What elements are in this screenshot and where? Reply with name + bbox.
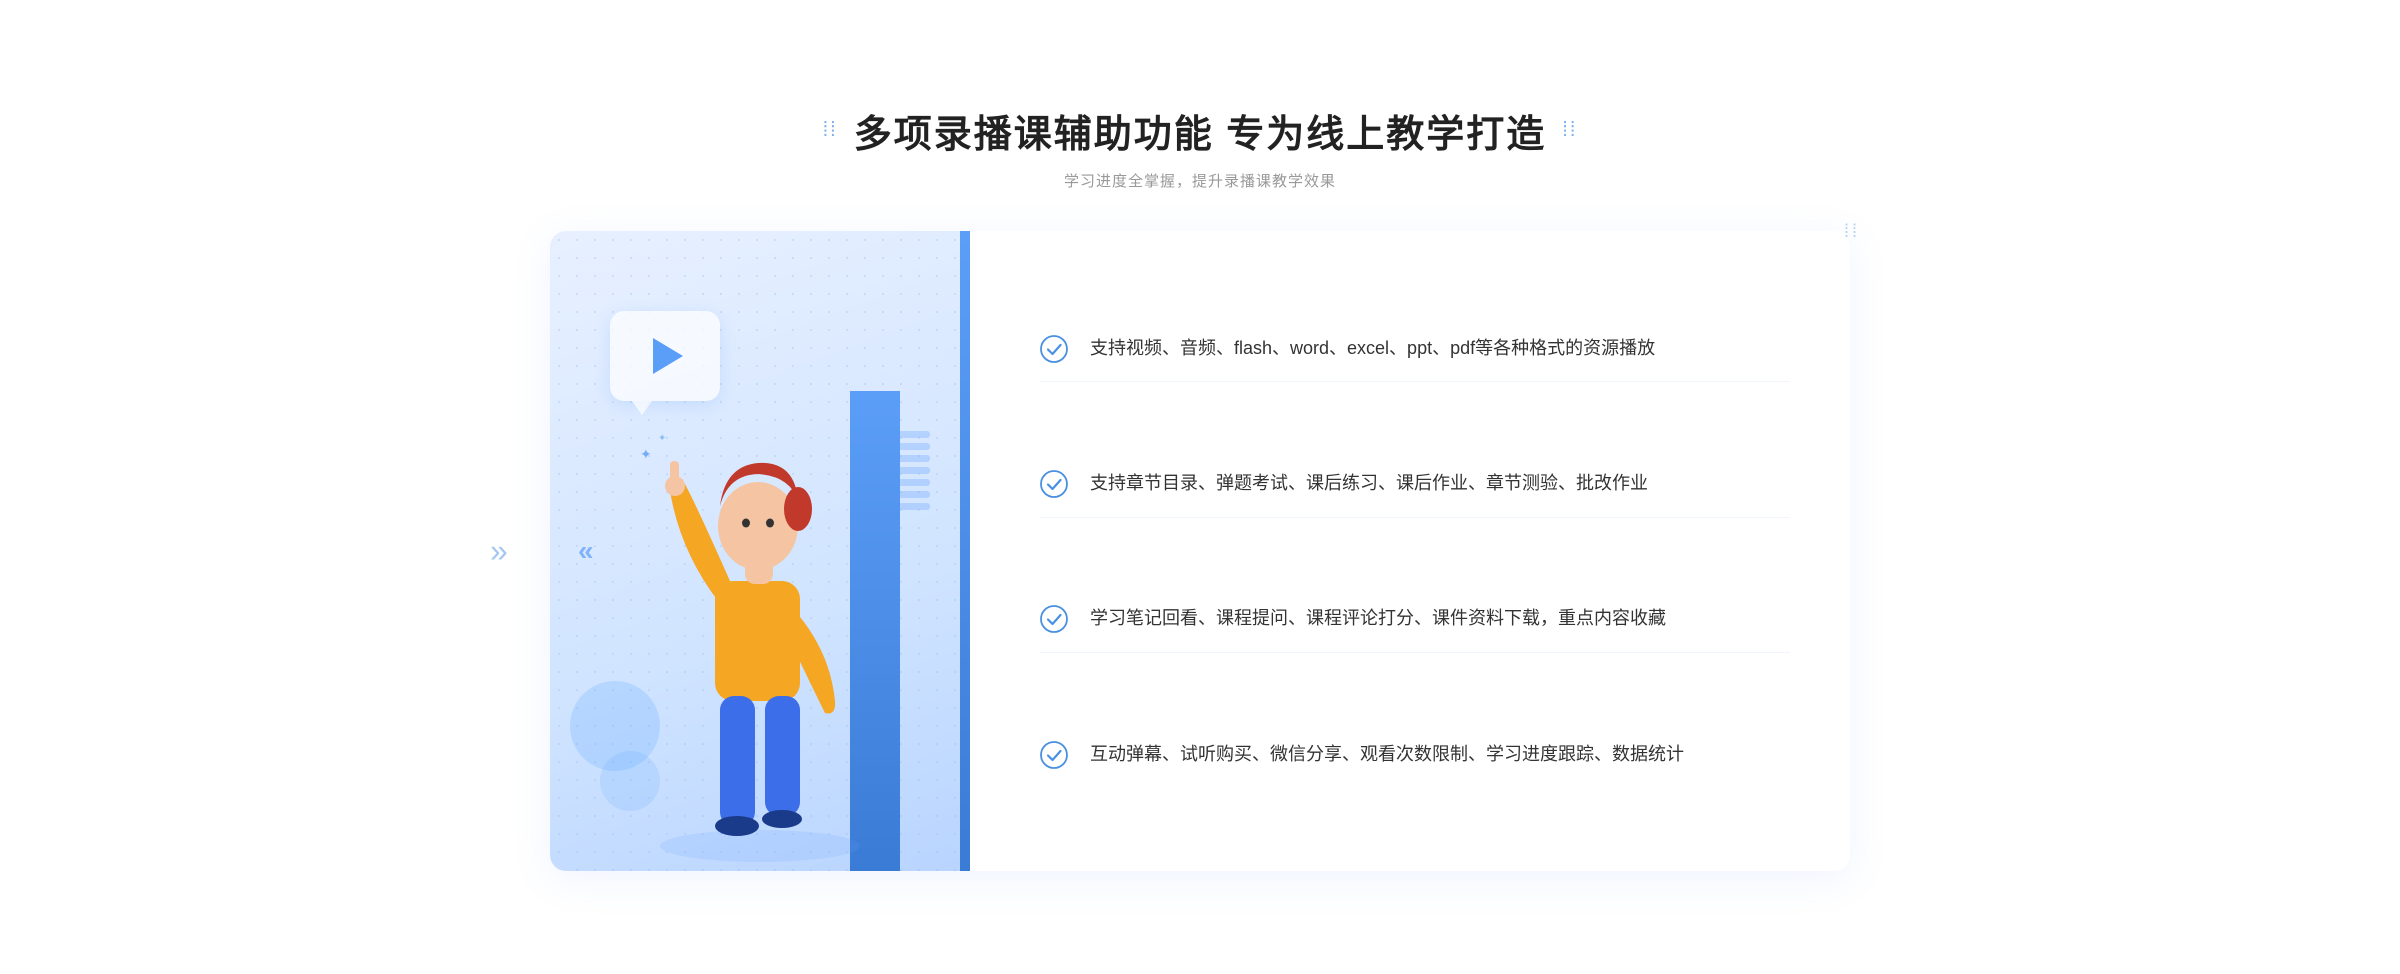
features-panel: 支持视频、音频、flash、word、excel、ppt、pdf等各种格式的资源… — [970, 231, 1850, 871]
feature-item-3: 学习笔记回看、课程提问、课程评论打分、课件资料下载，重点内容收藏 — [1040, 585, 1790, 653]
dots-right-icon: ⁞⁞ — [1562, 119, 1577, 142]
page-title: 多项录播课辅助功能 专为线上教学打造 — [854, 103, 1547, 158]
feature-item-4: 互动弹幕、试听购买、微信分享、观看次数限制、学习进度跟踪、数据统计 — [1040, 721, 1790, 788]
svg-text:✦: ✦ — [658, 433, 666, 444]
svg-text:✦: ✦ — [640, 446, 652, 462]
person-illustration: ✦ ✦ — [620, 391, 900, 871]
feature-item-1: 支持视频、音频、flash、word、excel、ppt、pdf等各种格式的资源… — [1040, 315, 1790, 383]
illustration-panel: « — [550, 231, 970, 871]
check-icon-1 — [1040, 335, 1068, 363]
blue-vertical-bar — [960, 231, 970, 871]
dots-left-icon: ⁞⁞ — [823, 119, 838, 142]
feature-text-3: 学习笔记回看、课程提问、课程评论打分、课件资料下载，重点内容收藏 — [1090, 603, 1666, 634]
play-triangle-icon — [653, 338, 683, 374]
feature-item-2: 支持章节目录、弹题考试、课后练习、课后作业、章节测验、批改作业 — [1040, 450, 1790, 518]
feature-text-4: 互动弹幕、试听购买、微信分享、观看次数限制、学习进度跟踪、数据统计 — [1090, 739, 1684, 770]
title-row: ⁞⁞ 多项录播课辅助功能 专为线上教学打造 ⁞⁞ — [823, 103, 1578, 158]
check-icon-2 — [1040, 470, 1068, 498]
check-icon-4 — [1040, 741, 1068, 769]
play-bubble — [610, 311, 720, 401]
page-subtitle: 学习进度全掌握，提升录播课教学效果 — [1064, 170, 1336, 191]
content-card: » ⁞⁞ « — [550, 231, 1850, 871]
outer-left-chevron-icon: » — [490, 533, 508, 570]
page-wrapper: ⁞⁞ 多项录播课辅助功能 专为线上教学打造 ⁞⁞ 学习进度全掌握，提升录播课教学… — [500, 103, 1900, 871]
feature-text-2: 支持章节目录、弹题考试、课后练习、课后作业、章节测验、批改作业 — [1090, 468, 1648, 499]
feature-text-1: 支持视频、音频、flash、word、excel、ppt、pdf等各种格式的资源… — [1090, 333, 1655, 364]
inner-chevron-icon: « — [578, 535, 594, 567]
header-section: ⁞⁞ 多项录播课辅助功能 专为线上教学打造 ⁞⁞ 学习进度全掌握，提升录播课教学… — [500, 103, 1900, 191]
check-icon-3 — [1040, 605, 1068, 633]
top-right-dots-icon: ⁞⁞ — [1844, 221, 1860, 242]
